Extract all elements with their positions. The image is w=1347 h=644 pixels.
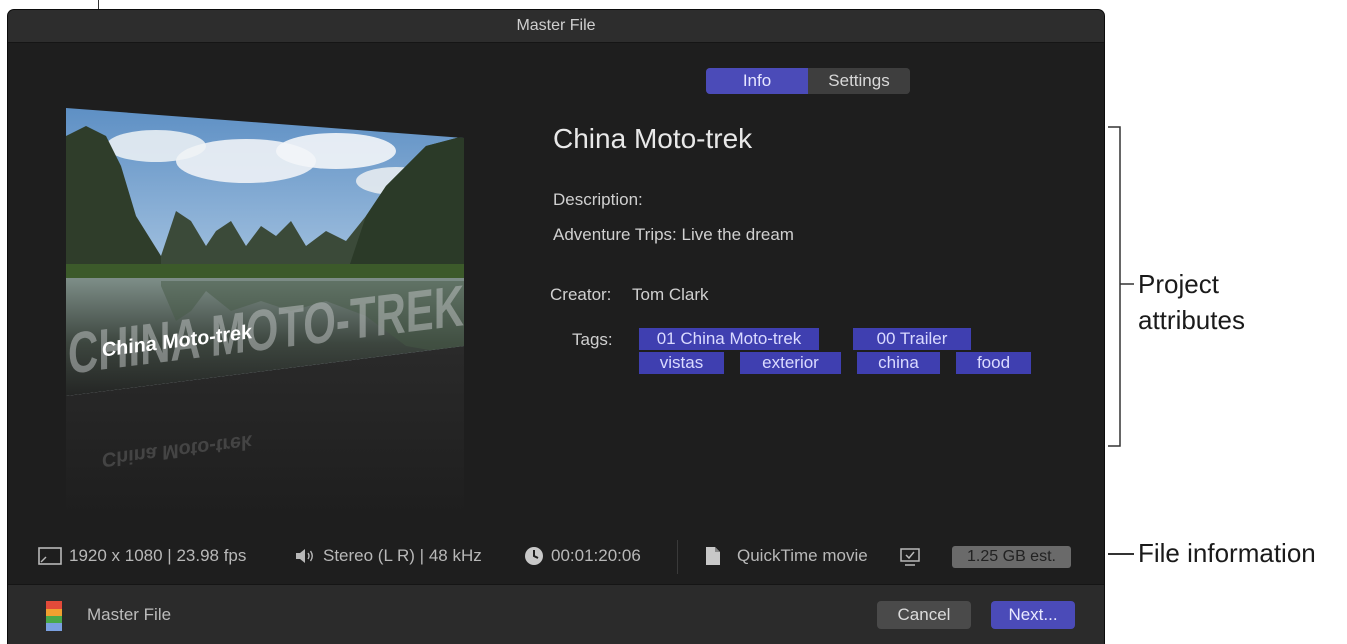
- audio-format-info: Stereo (L R) | 48 kHz: [294, 546, 482, 566]
- window-title: Master File: [8, 10, 1104, 43]
- tag-item[interactable]: china: [857, 352, 940, 374]
- project-title: China Moto-trek: [553, 123, 753, 154]
- creator-value: Tom Clark: [632, 285, 709, 304]
- creator-label: Creator:: [550, 285, 612, 304]
- annotation-line-2: attributes: [1138, 305, 1245, 335]
- project-attributes-annotation: Project attributes: [1138, 266, 1245, 338]
- destination-icon: [46, 601, 62, 631]
- document-icon: [706, 547, 720, 565]
- display-icon[interactable]: [899, 547, 921, 567]
- file-info-leader: [1108, 553, 1134, 555]
- file-format-info: QuickTime movie: [704, 546, 868, 566]
- description-value: Adventure Trips: Live the dream: [553, 225, 794, 244]
- audio-format-text: Stereo (L R) | 48 kHz: [323, 546, 482, 565]
- file-information-annotation: File information: [1138, 538, 1316, 568]
- clock-icon: [525, 547, 543, 565]
- duration-text: 00:01:20:06: [551, 546, 641, 565]
- tag-item[interactable]: food: [956, 352, 1031, 374]
- tab-settings[interactable]: Settings: [808, 68, 910, 94]
- info-settings-tabs: Info Settings: [706, 68, 910, 94]
- destination-name: Master File: [87, 605, 172, 624]
- duration-info: 00:01:20:06: [524, 546, 641, 566]
- file-size-badge: 1.25 GB est.: [952, 546, 1071, 568]
- description-label: Description:: [553, 190, 643, 209]
- tag-item[interactable]: vistas: [639, 352, 724, 374]
- video-format-info: 1920 x 1080 | 23.98 fps: [38, 546, 246, 566]
- project-thumbnail: CHINA MOTO-TREK China Moto-trek China Mo…: [66, 108, 464, 516]
- tab-info[interactable]: Info: [706, 68, 808, 94]
- frame-size-icon: [38, 547, 62, 565]
- video-format-text: 1920 x 1080 | 23.98 fps: [69, 546, 247, 565]
- cancel-button[interactable]: Cancel: [877, 601, 971, 629]
- file-format-text: QuickTime movie: [737, 546, 868, 565]
- tag-item[interactable]: 00 Trailer: [853, 328, 971, 350]
- tag-item[interactable]: 01 China Moto-trek: [639, 328, 819, 350]
- next-button[interactable]: Next...: [991, 601, 1075, 629]
- project-attributes-bracket: [1108, 126, 1134, 447]
- dialog-footer: Master File Cancel Next...: [8, 584, 1104, 644]
- tag-item[interactable]: exterior: [740, 352, 841, 374]
- master-file-dialog: Master File Info Settings CHINA MOTO-TRE…: [8, 10, 1104, 644]
- annotation-line-1: Project: [1138, 269, 1219, 299]
- tags-label: Tags:: [572, 330, 613, 349]
- speaker-icon: [296, 549, 313, 563]
- info-divider: [677, 540, 678, 574]
